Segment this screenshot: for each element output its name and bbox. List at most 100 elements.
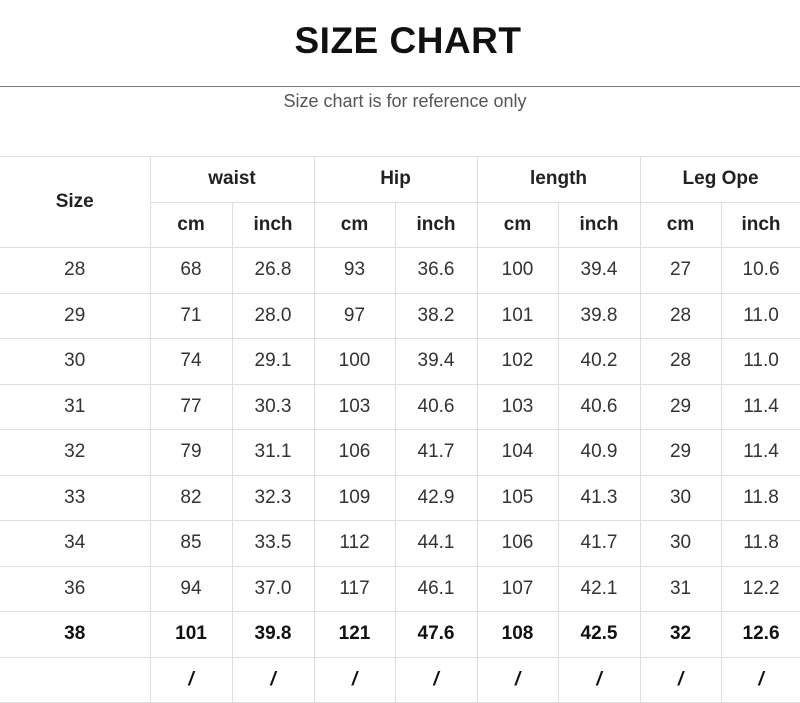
- measurement-cell: 41.3: [557, 474, 641, 521]
- title-divider: [0, 86, 800, 87]
- measurement-cell: 82: [149, 474, 233, 521]
- table-row: 31 77 30.3 103 40.6 103 40.6 29 11.4: [0, 383, 800, 430]
- group-header-hip: Hip: [313, 156, 478, 203]
- measurement-cell: 33.5: [231, 520, 315, 567]
- measurement-cell: 12.2: [720, 565, 800, 612]
- measurement-cell: 30: [639, 474, 722, 521]
- measurement-cell: /: [313, 656, 396, 703]
- measurement-cell: /: [557, 656, 641, 703]
- unit-header: cm: [149, 201, 233, 248]
- measurement-cell: 85: [149, 520, 233, 567]
- page-subtitle: Size chart is for reference only: [283, 91, 527, 111]
- measurement-cell: 77: [149, 383, 233, 430]
- measurement-cell: 11.0: [720, 292, 800, 339]
- measurement-cell: 112: [313, 520, 396, 567]
- measurement-cell: 32.3: [231, 474, 315, 521]
- measurement-cell: 32: [639, 611, 722, 658]
- measurement-cell: /: [394, 656, 478, 703]
- measurement-cell: 109: [313, 474, 396, 521]
- table-row: 36 94 37.0 117 46.1 107 42.1 31 12.2: [0, 565, 800, 612]
- measurement-cell: 102: [476, 338, 559, 385]
- size-cell: 33: [0, 474, 151, 521]
- size-chart-table: Size waist Hip length Leg Ope cm inch cm…: [0, 156, 800, 703]
- table-row: 30 74 29.1 100 39.4 102 40.2 28 11.0: [0, 338, 800, 385]
- measurement-cell: 94: [149, 565, 233, 612]
- measurement-cell: 79: [149, 429, 233, 476]
- measurement-cell: 103: [313, 383, 396, 430]
- measurement-cell: 93: [313, 247, 396, 294]
- measurement-cell: 12.6: [720, 611, 800, 658]
- measurement-cell: 106: [313, 429, 396, 476]
- measurement-cell: 42.5: [557, 611, 641, 658]
- unit-header: inch: [231, 201, 315, 248]
- measurement-cell: /: [639, 656, 722, 703]
- measurement-cell: 68: [149, 247, 233, 294]
- measurement-cell: 40.2: [557, 338, 641, 385]
- size-cell: 36: [0, 565, 151, 612]
- measurement-cell: 42.9: [394, 474, 478, 521]
- unit-header: cm: [313, 201, 396, 248]
- measurement-cell: 47.6: [394, 611, 478, 658]
- measurement-cell: 28.0: [231, 292, 315, 339]
- measurement-cell: 41.7: [394, 429, 478, 476]
- table-row: 38 101 39.8 121 47.6 108 42.5 32 12.6: [0, 611, 800, 658]
- group-header-waist: waist: [149, 156, 315, 203]
- size-rows: 28 68 26.8 93 36.6 100 39.4 27 10.6 29 71 28.0 97 38.…: [0, 247, 800, 703]
- size-cell: 34: [0, 520, 151, 567]
- measurement-cell: 30: [639, 520, 722, 567]
- table-row: 34 85 33.5 112 44.1 106 41.7 30 11.8: [0, 520, 800, 567]
- measurement-cell: 40.6: [557, 383, 641, 430]
- measurement-cell: 101: [149, 611, 233, 658]
- measurement-cell: /: [149, 656, 233, 703]
- measurement-cell: 29: [639, 429, 722, 476]
- measurement-cell: 105: [476, 474, 559, 521]
- group-header-leg-opening: Leg Ope: [639, 156, 800, 203]
- measurement-cell: 29: [639, 383, 722, 430]
- measurement-cell: 40.6: [394, 383, 478, 430]
- measurement-cell: 39.4: [394, 338, 478, 385]
- measurement-cell: 100: [476, 247, 559, 294]
- table-row: 29 71 28.0 97 38.2 101 39.8 28 11.0: [0, 292, 800, 339]
- measurement-cell: 37.0: [231, 565, 315, 612]
- measurement-cell: 100: [313, 338, 396, 385]
- measurement-cell: 27: [639, 247, 722, 294]
- unit-header: inch: [557, 201, 641, 248]
- table-row: 32 79 31.1 106 41.7 104 40.9 29 11.4: [0, 429, 800, 476]
- size-cell: 32: [0, 429, 151, 476]
- page-title: SIZE CHART: [294, 20, 522, 61]
- measurement-cell: 11.4: [720, 383, 800, 430]
- measurement-cell: 97: [313, 292, 396, 339]
- group-header-length: length: [476, 156, 641, 203]
- measurement-cell: 106: [476, 520, 559, 567]
- table-row: 33 82 32.3 109 42.9 105 41.3 30 11.8: [0, 474, 800, 521]
- measurement-cell: 30.3: [231, 383, 315, 430]
- measurement-cell: 44.1: [394, 520, 478, 567]
- measurement-cell: 31.1: [231, 429, 315, 476]
- measurement-cell: 103: [476, 383, 559, 430]
- measurement-cell: 11.8: [720, 520, 800, 567]
- size-cell: 38: [0, 611, 151, 658]
- measurement-cell: 71: [149, 292, 233, 339]
- measurement-cell: 28: [639, 292, 722, 339]
- size-column-header: Size: [0, 156, 151, 248]
- measurement-cell: 11.4: [720, 429, 800, 476]
- size-cell: 30: [0, 338, 151, 385]
- measurement-cell: 104: [476, 429, 559, 476]
- measurement-cell: /: [231, 656, 315, 703]
- measurement-cell: 108: [476, 611, 559, 658]
- unit-header: inch: [720, 201, 800, 248]
- measurement-cell: /: [720, 656, 800, 703]
- measurement-cell: 74: [149, 338, 233, 385]
- table-row: 28 68 26.8 93 36.6 100 39.4 27 10.6: [0, 247, 800, 294]
- measurement-cell: 29.1: [231, 338, 315, 385]
- measurement-cell: 10.6: [720, 247, 800, 294]
- measurement-cell: 38.2: [394, 292, 478, 339]
- measurement-cell: 11.0: [720, 338, 800, 385]
- size-cell: 28: [0, 247, 151, 294]
- measurement-cell: 117: [313, 565, 396, 612]
- measurement-cell: 40.9: [557, 429, 641, 476]
- measurement-cell: /: [476, 656, 559, 703]
- unit-header: inch: [394, 201, 478, 248]
- measurement-cell: 31: [639, 565, 722, 612]
- measurement-cell: 121: [313, 611, 396, 658]
